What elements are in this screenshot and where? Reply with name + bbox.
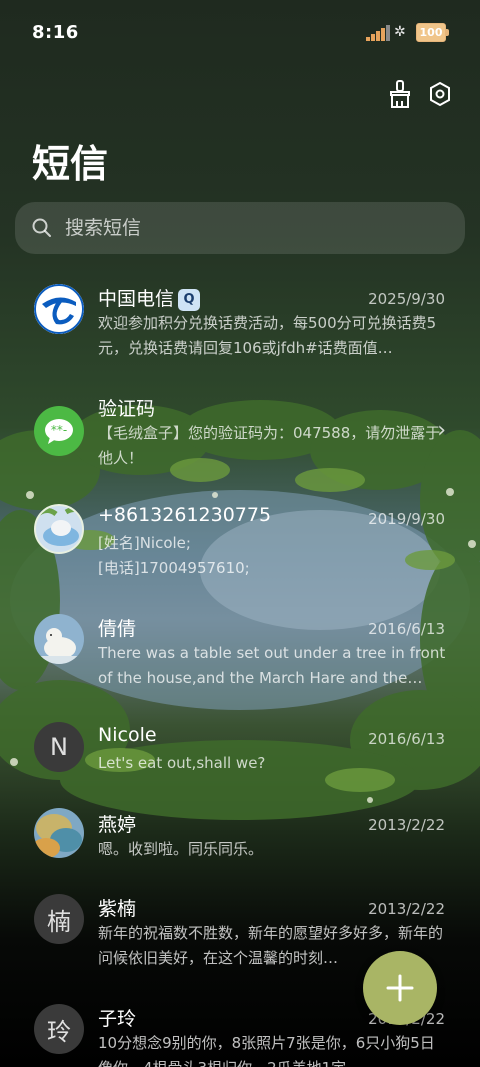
page-title: 短信 [32, 142, 109, 186]
signal-strength-icon [366, 25, 390, 41]
battery-icon: 100 [416, 23, 449, 42]
message-date: 2013/2/22 [368, 816, 445, 834]
message-preview: There was a table set out under a tree i… [98, 644, 446, 687]
letter-avatar: 楠 [34, 894, 84, 944]
polar-bear-photo [34, 614, 84, 664]
contact-name: 紫楠 [98, 898, 137, 920]
contact-name: 倩倩 [98, 618, 137, 640]
message-preview: Let's eat out,shall we? [98, 754, 266, 772]
new-message-button[interactable] [363, 951, 437, 1025]
message-date: 2016/6/13 [368, 730, 445, 748]
status-bar: 8:16 ✲ 100 [0, 0, 480, 66]
wifi-icon: ✲ [394, 24, 406, 40]
contact-name: 子玲 [98, 1008, 137, 1030]
message-preview: [姓名]Nicole; [电话]17004957610; [98, 534, 250, 577]
china-telecom-logo [34, 284, 84, 334]
brush-icon [390, 80, 410, 108]
message-preview: 10分想念9别的你，8张照片7张是你，6只小狗5日像你，4根骨头3根归你，2瓜美… [98, 1034, 435, 1067]
contact-name: Nicole [98, 724, 157, 746]
message-preview: 欢迎参加积分兑换话费活动，每500分可兑换话费5元，兑换话费请回复106或jfd… [98, 314, 437, 357]
letter-avatar: 玲 [34, 1004, 84, 1054]
message-preview: 嗯。收到啦。同乐同乐。 [98, 840, 264, 858]
conversation-row[interactable]: +8613261230775 2019/9/30 [姓名]Nicole; [电话… [0, 490, 480, 600]
conversation-row[interactable]: 中国电信 Q 2025/9/30 欢迎参加积分兑换话费活动，每500分可兑换话费5… [0, 270, 480, 380]
message-bubble-icon: **- [34, 406, 84, 456]
conversation-row[interactable]: 倩倩 2016/6/13 There was a table set out u… [0, 600, 480, 710]
search-bar[interactable] [15, 202, 465, 254]
status-time: 8:16 [32, 22, 79, 43]
message-date: 2025/9/30 [368, 290, 445, 308]
message-date: 2016/6/13 [368, 620, 445, 638]
message-date: 2013/2/22 [368, 900, 445, 918]
chevron-right-icon: › [437, 418, 446, 443]
contact-name: 验证码 [98, 398, 156, 420]
landscape-photo [34, 808, 84, 858]
contact-name: 中国电信 Q [98, 284, 201, 311]
battery-level: 100 [419, 26, 443, 39]
search-input[interactable] [63, 216, 427, 240]
svg-text:**-: **- [51, 423, 67, 437]
settings-icon [430, 81, 450, 107]
conversation-row[interactable]: **- 验证码 【毛绒盒子】您的验证码为：047588，请勿泄露于他人！ › [0, 380, 480, 490]
settings-button[interactable] [424, 78, 456, 110]
contact-name: 燕婷 [98, 814, 137, 836]
search-icon [32, 218, 51, 237]
message-preview: 【毛绒盒子】您的验证码为：047588，请勿泄露于他人！ [98, 424, 441, 467]
plus-icon [386, 974, 414, 1002]
message-date: 2019/9/30 [368, 510, 445, 528]
photo-avatar [34, 504, 84, 554]
letter-avatar: N [34, 722, 84, 772]
contact-name-text: 中国电信 [98, 288, 175, 310]
contact-name: +8613261230775 [98, 504, 272, 526]
verified-badge-icon: Q [178, 288, 201, 311]
clean-brush-button[interactable] [384, 78, 416, 110]
